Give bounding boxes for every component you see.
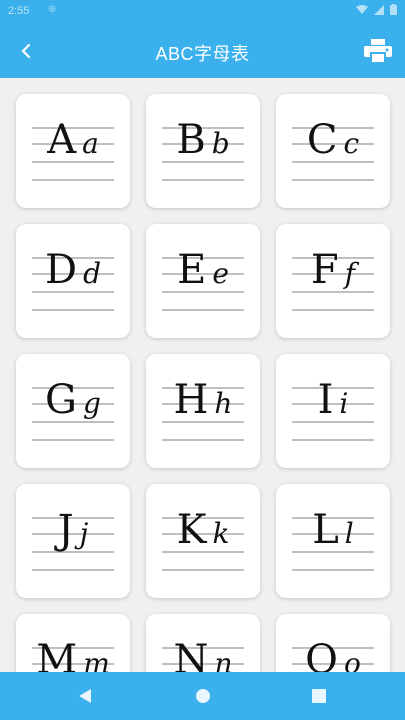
letter-pair: Ff bbox=[276, 250, 390, 290]
letter-card[interactable]: Nn bbox=[146, 614, 260, 672]
letter-pair: Gg bbox=[16, 380, 130, 420]
letter-card[interactable]: Ll bbox=[276, 484, 390, 598]
lowercase-letter: f bbox=[344, 257, 356, 290]
wifi-icon bbox=[356, 4, 368, 14]
uppercase-letter: D bbox=[44, 247, 78, 293]
letter-card[interactable]: Hh bbox=[146, 354, 260, 468]
letter-card[interactable]: Dd bbox=[16, 224, 130, 338]
nav-home-button[interactable] bbox=[193, 686, 213, 706]
uppercase-letter: C bbox=[306, 117, 338, 163]
nav-recents-button[interactable] bbox=[309, 686, 329, 706]
lowercase-letter: l bbox=[344, 517, 354, 550]
letter-pair: Nn bbox=[146, 640, 260, 672]
lowercase-letter: g bbox=[83, 387, 101, 420]
letter-card[interactable]: Bb bbox=[146, 94, 260, 208]
letter-pair: Jj bbox=[16, 510, 130, 550]
letter-grid: AaBbCcDdEeFfGgHhIiJjKkLlMmNnOo bbox=[0, 78, 405, 672]
uppercase-letter: E bbox=[177, 247, 207, 293]
uppercase-letter: O bbox=[305, 637, 338, 672]
uppercase-letter: L bbox=[312, 507, 339, 553]
letter-pair: Ii bbox=[276, 380, 390, 420]
uppercase-letter: B bbox=[176, 117, 206, 163]
letter-card[interactable]: Oo bbox=[276, 614, 390, 672]
letter-card[interactable]: Cc bbox=[276, 94, 390, 208]
uppercase-letter: I bbox=[317, 377, 334, 423]
uppercase-letter: H bbox=[173, 377, 209, 423]
letter-pair: Kk bbox=[146, 510, 260, 550]
print-button[interactable] bbox=[363, 36, 393, 66]
letter-card[interactable]: Gg bbox=[16, 354, 130, 468]
lowercase-letter: a bbox=[82, 127, 99, 160]
letter-card[interactable]: Jj bbox=[16, 484, 130, 598]
signal-icon bbox=[374, 4, 384, 15]
lowercase-letter: o bbox=[343, 647, 361, 673]
square-recents-icon bbox=[312, 689, 326, 703]
letter-card[interactable]: Kk bbox=[146, 484, 260, 598]
status-notification-icon: ⊕ bbox=[48, 4, 57, 15]
nav-back-button[interactable] bbox=[75, 686, 95, 706]
lowercase-letter: k bbox=[212, 517, 230, 550]
lowercase-letter: e bbox=[212, 257, 229, 290]
letter-card[interactable]: Ee bbox=[146, 224, 260, 338]
status-icons bbox=[356, 4, 397, 15]
letter-pair: Aa bbox=[16, 120, 130, 160]
lowercase-letter: h bbox=[214, 387, 233, 420]
letter-pair: Mm bbox=[16, 640, 130, 672]
lowercase-letter: i bbox=[339, 387, 349, 420]
lowercase-letter: m bbox=[83, 647, 110, 673]
lowercase-letter: j bbox=[79, 517, 89, 550]
triangle-back-icon bbox=[79, 689, 91, 703]
page-title: ABC字母表 bbox=[155, 44, 250, 64]
letter-pair: Bb bbox=[146, 120, 260, 160]
app-bar: ABC字母表 bbox=[0, 24, 405, 78]
uppercase-letter: F bbox=[310, 247, 339, 293]
uppercase-letter: G bbox=[45, 377, 77, 423]
circle-home-icon bbox=[196, 689, 210, 703]
uppercase-letter: J bbox=[57, 507, 74, 553]
lowercase-letter: c bbox=[343, 127, 360, 160]
lowercase-letter: d bbox=[83, 257, 101, 290]
letter-pair: Dd bbox=[16, 250, 130, 290]
letter-card[interactable]: Aa bbox=[16, 94, 130, 208]
letter-pair: Cc bbox=[276, 120, 390, 160]
status-bar: 2:55 ⊕ bbox=[0, 0, 405, 24]
letter-card[interactable]: Ii bbox=[276, 354, 390, 468]
letter-pair: Ll bbox=[276, 510, 390, 550]
letter-card[interactable]: Ff bbox=[276, 224, 390, 338]
letter-pair: Hh bbox=[146, 380, 260, 420]
letter-pair: Ee bbox=[146, 250, 260, 290]
letter-pair: Oo bbox=[276, 640, 390, 672]
lowercase-letter: b bbox=[211, 127, 230, 160]
lowercase-letter: n bbox=[214, 647, 233, 673]
printer-icon bbox=[364, 39, 392, 63]
battery-icon bbox=[390, 4, 397, 15]
letter-card[interactable]: Mm bbox=[16, 614, 130, 672]
uppercase-letter: N bbox=[173, 637, 209, 672]
uppercase-letter: A bbox=[47, 117, 77, 163]
status-time: 2:55 bbox=[8, 5, 30, 17]
system-nav-bar bbox=[0, 672, 405, 720]
uppercase-letter: M bbox=[36, 637, 78, 672]
uppercase-letter: K bbox=[176, 507, 207, 553]
